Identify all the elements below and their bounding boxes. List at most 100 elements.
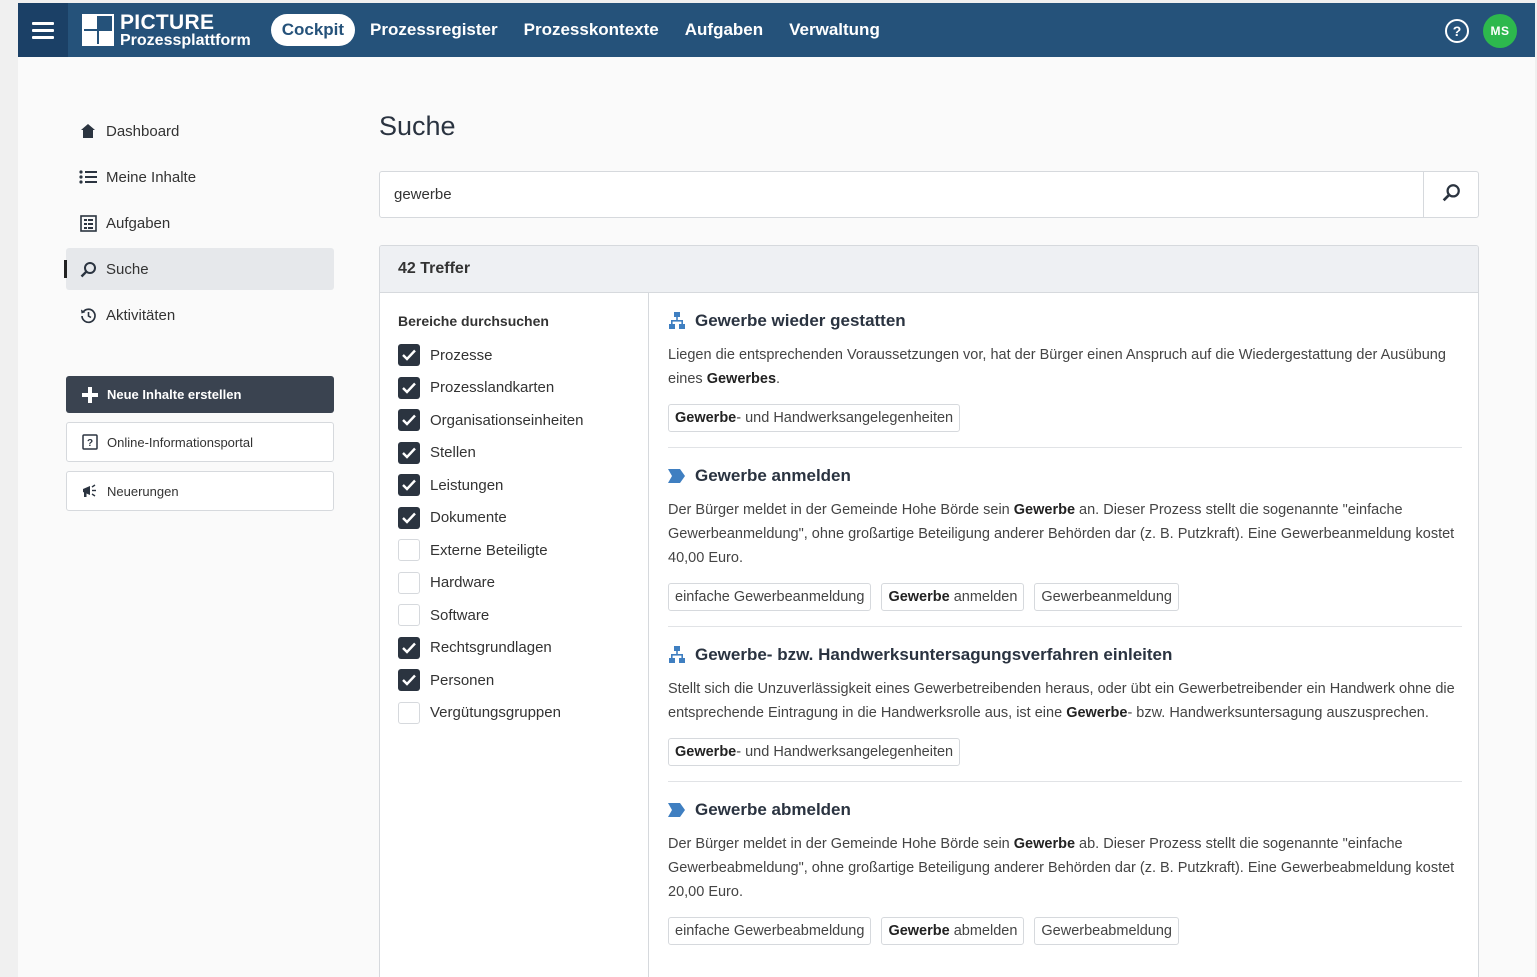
checkbox-checked-icon[interactable] xyxy=(398,409,420,432)
search-icon xyxy=(78,259,98,279)
filter-option[interactable]: Software xyxy=(398,599,648,632)
result-title: Gewerbe anmelden xyxy=(695,466,851,485)
home-icon xyxy=(78,121,98,141)
top-navigation-bar: PICTURE Prozessplattform Cockpit Prozess… xyxy=(18,3,1535,57)
svg-text:?: ? xyxy=(87,438,93,449)
keyword-tag[interactable]: Gewerbe abmelden xyxy=(881,917,1025,945)
result-title-link[interactable]: Gewerbe- bzw. Handwerksuntersagungsverfa… xyxy=(668,645,1462,665)
sidebar-item-meine-inhalte[interactable]: Meine Inhalte xyxy=(66,156,334,198)
filter-option[interactable]: Externe Beteiligte xyxy=(398,534,648,567)
search-result: Gewerbe abmelden Der Bürger meldet in der… xyxy=(668,782,1462,960)
filter-option[interactable]: Vergütungsgruppen xyxy=(398,697,648,730)
user-avatar[interactable]: MS xyxy=(1483,14,1517,48)
checkbox-checked-icon[interactable] xyxy=(398,506,420,529)
filter-label: Externe Beteiligte xyxy=(430,541,548,559)
logo-subtitle: Prozessplattform xyxy=(120,31,251,49)
filters-title: Bereiche durchsuchen xyxy=(398,313,549,329)
keyword-tag[interactable]: einfache Gewerbeanmeldung xyxy=(668,583,872,611)
result-title-link[interactable]: Gewerbe anmelden xyxy=(668,466,1462,486)
highlight-term: Gewerbe xyxy=(888,589,950,605)
keyword-tag[interactable]: Gewerbe anmelden xyxy=(881,583,1025,611)
search-icon xyxy=(1442,183,1461,207)
search-submit-button[interactable] xyxy=(1423,172,1478,217)
filter-label: Stellen xyxy=(430,444,476,462)
filter-option[interactable]: Personen xyxy=(398,664,648,697)
logo-mark-icon xyxy=(82,14,114,46)
sidebar-item-dashboard[interactable]: Dashboard xyxy=(66,110,334,152)
tag-text: einfache Gewerbeabmeldung xyxy=(675,923,865,939)
create-content-button[interactable]: Neue Inhalte erstellen xyxy=(66,376,334,413)
checkbox-unchecked-icon[interactable] xyxy=(398,571,420,594)
keyword-tag[interactable]: Gewerbe- und Handwerksangelegenheiten xyxy=(668,738,961,766)
process-icon xyxy=(668,467,686,485)
main-nav: Cockpit Prozessregister Prozesskontexte … xyxy=(270,14,891,46)
filter-label: Rechtsgrundlagen xyxy=(430,639,552,657)
filter-option[interactable]: Prozesslandkarten xyxy=(398,372,648,405)
keyword-tag[interactable]: Gewerbe- und Handwerksangelegenheiten xyxy=(668,404,961,432)
sidebar-item-aufgaben[interactable]: Aufgaben xyxy=(66,202,334,244)
highlight-term: Gewerbes xyxy=(706,371,777,387)
highlight-term: Gewerbe xyxy=(675,410,737,426)
online-portal-button[interactable]: ? Online-Informationsportal xyxy=(66,422,334,462)
tag-text: - und Handwerksangelegenheiten xyxy=(736,744,954,760)
nav-verwaltung[interactable]: Verwaltung xyxy=(778,14,891,46)
filter-option[interactable]: Organisationseinheiten xyxy=(398,404,648,437)
checkbox-checked-icon[interactable] xyxy=(398,669,420,692)
process-map-icon xyxy=(668,646,686,664)
megaphone-icon xyxy=(80,481,100,501)
description-text: . xyxy=(776,371,781,387)
tasks-icon xyxy=(78,213,98,233)
plus-icon xyxy=(80,385,100,405)
hamburger-menu-icon[interactable] xyxy=(18,3,68,57)
online-portal-label: Online-Informationsportal xyxy=(107,434,253,450)
search-input[interactable] xyxy=(380,172,1424,217)
result-title-link[interactable]: Gewerbe wieder gestatten xyxy=(668,311,1462,331)
create-content-label: Neue Inhalte erstellen xyxy=(107,387,242,402)
app-logo[interactable]: PICTURE Prozessplattform xyxy=(82,12,251,49)
sidebar-item-aktivitaeten[interactable]: Aktivitäten xyxy=(66,294,334,336)
keyword-tag[interactable]: einfache Gewerbeabmeldung xyxy=(668,917,872,945)
nav-cockpit[interactable]: Cockpit xyxy=(270,14,356,46)
filter-panel: Bereiche durchsuchen Prozesse Prozessland… xyxy=(380,293,649,977)
result-title: Gewerbe wieder gestatten xyxy=(695,311,906,330)
highlight-term: Gewerbe xyxy=(1013,502,1076,518)
app-frame: PICTURE Prozessplattform Cockpit Prozess… xyxy=(18,3,1535,977)
filter-option[interactable]: Leistungen xyxy=(398,469,648,502)
filter-option[interactable]: Hardware xyxy=(398,567,648,600)
keyword-tag[interactable]: Gewerbeabmeldung xyxy=(1034,917,1179,945)
filter-option[interactable]: Stellen xyxy=(398,437,648,470)
tag-text: anmelden xyxy=(949,589,1018,605)
filter-label: Organisationseinheiten xyxy=(430,411,584,429)
checkbox-unchecked-icon[interactable] xyxy=(398,701,420,724)
nav-aufgaben[interactable]: Aufgaben xyxy=(674,14,774,46)
search-result: Gewerbe- bzw. Handwerksuntersagungsverfa… xyxy=(668,627,1462,782)
filter-option[interactable]: Rechtsgrundlagen xyxy=(398,632,648,665)
checkbox-checked-icon[interactable] xyxy=(398,344,420,367)
sidebar-item-suche[interactable]: Suche xyxy=(64,248,334,290)
checkbox-unchecked-icon[interactable] xyxy=(398,539,420,562)
nav-prozessregister[interactable]: Prozessregister xyxy=(359,14,509,46)
checkbox-checked-icon[interactable] xyxy=(398,474,420,497)
help-icon[interactable]: ? xyxy=(1445,19,1469,43)
result-title: Gewerbe abmelden xyxy=(695,800,851,819)
sidebar-item-label: Suche xyxy=(106,260,149,278)
process-icon xyxy=(668,801,686,819)
result-title-link[interactable]: Gewerbe abmelden xyxy=(668,800,1462,820)
checkbox-checked-icon[interactable] xyxy=(398,441,420,464)
list-icon xyxy=(78,167,98,187)
description-text: - bzw. Handwerksuntersagung auszuspreche… xyxy=(1127,705,1429,721)
keyword-tag[interactable]: Gewerbeanmeldung xyxy=(1034,583,1179,611)
filter-label: Dokumente xyxy=(430,509,507,527)
filter-option[interactable]: Dokumente xyxy=(398,502,648,535)
question-square-icon: ? xyxy=(80,432,100,452)
result-description: Stellt sich die Unzuverlässigkeit eines … xyxy=(668,677,1462,725)
highlight-term: Gewerbe xyxy=(1066,705,1128,721)
checkbox-checked-icon[interactable] xyxy=(398,376,420,399)
filter-label: Leistungen xyxy=(430,476,504,494)
filter-option[interactable]: Prozesse xyxy=(398,339,648,372)
checkbox-unchecked-icon[interactable] xyxy=(398,604,420,627)
checkbox-checked-icon[interactable] xyxy=(398,636,420,659)
sidebar-item-label: Meine Inhalte xyxy=(106,168,197,186)
news-button[interactable]: Neuerungen xyxy=(66,471,334,511)
nav-prozesskontexte[interactable]: Prozesskontexte xyxy=(513,14,670,46)
